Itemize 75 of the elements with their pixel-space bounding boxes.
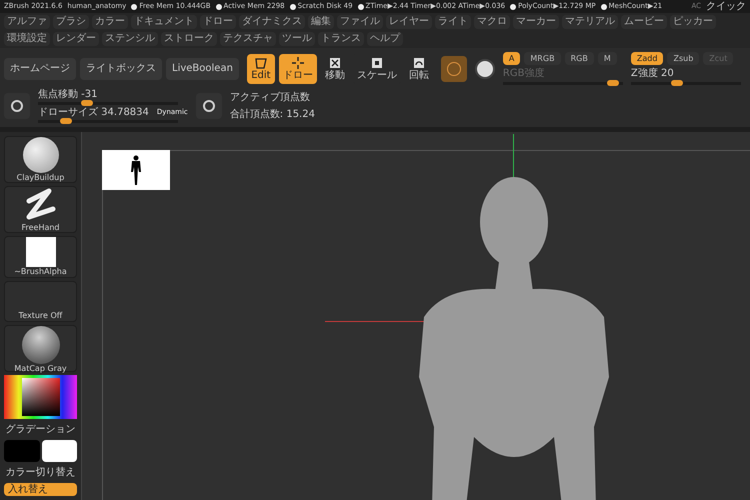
menu-item[interactable]: ダイナミクス: [239, 15, 305, 29]
swap-button[interactable]: 入れ替え: [4, 483, 77, 496]
color-swatch[interactable]: [4, 440, 40, 462]
logo-icon[interactable]: [474, 58, 495, 78]
brush-tile[interactable]: FreeHand: [4, 186, 77, 233]
tile-label: MatCap Gray: [14, 364, 67, 374]
nav-button[interactable]: ホームページ: [4, 58, 76, 80]
color-switch-label: カラー切り替え: [4, 466, 76, 480]
menu-item[interactable]: ドロー: [200, 15, 236, 29]
menu-item[interactable]: ブラシ: [53, 15, 89, 29]
tile-label: Texture Off: [18, 311, 62, 322]
menu-item[interactable]: 編集: [308, 15, 334, 29]
tile-label: ClayBuildup: [16, 173, 64, 183]
slider-label: Z強度 20: [630, 68, 675, 79]
menu-item[interactable]: マーカー: [513, 15, 559, 29]
brush-tile[interactable]: Texture Off: [4, 281, 77, 322]
menu-item[interactable]: ムービー: [621, 15, 667, 29]
slider-thumb[interactable]: [60, 118, 72, 124]
brush-tile[interactable]: MatCap Gray: [4, 325, 77, 372]
channel-button[interactable]: M: [598, 52, 617, 65]
z-mode-button[interactable]: Zsub: [667, 52, 700, 65]
slider-thumb[interactable]: [671, 80, 684, 86]
brush-tile[interactable]: ~BrushAlpha: [4, 236, 77, 278]
scale-icon: [370, 56, 384, 70]
slider-label: RGB強度: [502, 68, 546, 79]
tile-label: ~BrushAlpha: [14, 267, 67, 277]
menu-item[interactable]: ピッカー: [670, 15, 716, 29]
edit-frame-icon: [254, 56, 268, 70]
menu-item[interactable]: アルファ: [4, 15, 50, 29]
menu-item[interactable]: ファイル: [337, 15, 383, 29]
stroke-settings-button[interactable]: [4, 93, 30, 119]
total-points-label: 合計頂点数: 15.24: [230, 108, 315, 122]
channel-button[interactable]: RGB: [564, 52, 594, 65]
z-mode-button[interactable]: Zadd: [630, 52, 664, 65]
target-icon: [202, 100, 215, 112]
menu-item[interactable]: マテリアル: [562, 15, 618, 29]
quick-save-label: クイック: [706, 0, 746, 14]
menu-item[interactable]: ヘルプ: [367, 32, 403, 46]
menu-item[interactable]: レイヤー: [386, 15, 432, 29]
slider-label: 焦点移動 -31: [38, 89, 99, 100]
thumbnail[interactable]: [102, 150, 170, 190]
slider-thumb[interactable]: [81, 100, 93, 106]
menu-item[interactable]: ステンシル: [102, 32, 158, 46]
person-silhouette-icon: [130, 155, 142, 185]
tool-button[interactable]: Edit: [246, 54, 275, 84]
menu-item[interactable]: ドキュメント: [131, 15, 197, 29]
menu-item[interactable]: ストローク: [161, 32, 217, 46]
menu-item[interactable]: マクロ: [474, 15, 510, 29]
nav-button[interactable]: ライトボックス: [80, 58, 162, 80]
brush-tile[interactable]: ClayBuildup: [4, 136, 77, 183]
sphere-outline-icon: [446, 62, 461, 76]
menu-item[interactable]: テクスチャ: [220, 32, 276, 46]
draw-settings-button[interactable]: [196, 93, 222, 119]
channel-button[interactable]: MRGB: [524, 52, 561, 65]
menu-item[interactable]: カラー: [92, 15, 128, 29]
color-picker[interactable]: [4, 375, 77, 419]
gradient-label: グラデーション: [4, 423, 76, 437]
menu-item[interactable]: トランス: [318, 32, 364, 46]
active-points-label: アクティブ頂点数: [230, 90, 311, 105]
menu-item[interactable]: ツール: [279, 32, 315, 46]
crosshair-icon: [290, 56, 305, 70]
slider-label: ドローサイズ 34.78834: [38, 107, 149, 118]
rotate-icon: [412, 56, 426, 70]
move-icon: [328, 56, 342, 70]
material-button[interactable]: [440, 56, 467, 82]
menu-item[interactable]: レンダー: [53, 32, 99, 46]
tile-label: FreeHand: [21, 223, 60, 233]
alpha-swatch: [26, 237, 56, 267]
tool-button[interactable]: ドロー: [278, 54, 317, 84]
color-swatch[interactable]: [42, 440, 77, 462]
target-icon: [11, 100, 23, 112]
menu-item[interactable]: 環境設定: [4, 32, 50, 46]
menu-item[interactable]: ライト: [435, 15, 471, 29]
channel-button[interactable]: A: [502, 52, 520, 65]
nav-button[interactable]: LiveBoolean: [166, 58, 239, 80]
